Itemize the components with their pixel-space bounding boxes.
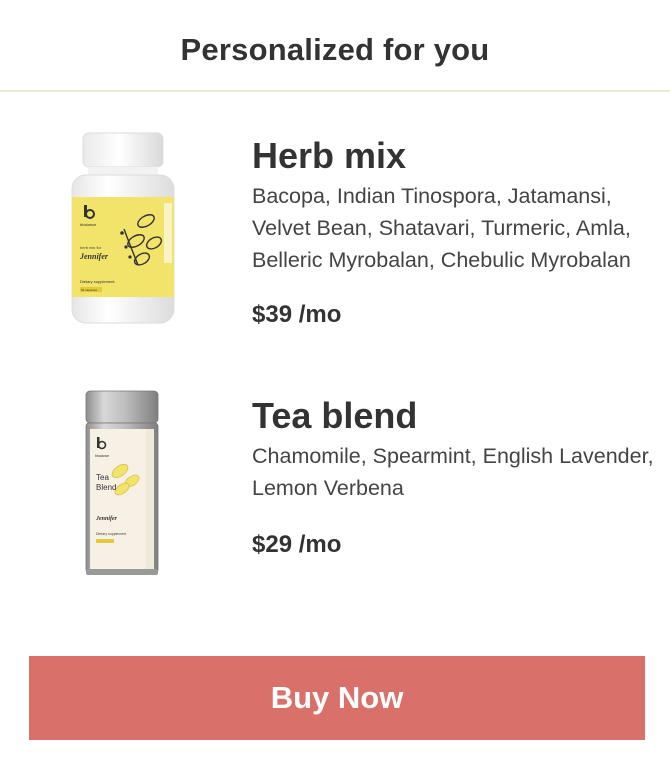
svg-text:bbalance: bbalance [95, 454, 109, 458]
product-price: $39 /mo [252, 301, 342, 328]
svg-text:Jennifer: Jennifer [95, 516, 118, 522]
product-name: Herb mix [252, 135, 407, 176]
product-ingredients: Bacopa, Indian Tinospora, Jatamansi, Vel… [252, 184, 631, 272]
header: Personalized for you [0, 0, 670, 92]
svg-text:Jennifer: Jennifer [79, 252, 109, 261]
tea-tin-icon: bbalance Tea Blend Jennifer Dietary supp… [85, 390, 159, 575]
svg-text:bbalance: bbalance [80, 222, 97, 227]
product-card-herb-mix: bbalance herb mix for Jennifer Dietary s… [0, 125, 670, 345]
svg-text:Dietary supplement: Dietary supplement [80, 279, 115, 284]
svg-text:Dietary supplement: Dietary supplement [96, 532, 126, 536]
page-title: Personalized for you [180, 32, 490, 67]
svg-text:Blend: Blend [96, 483, 116, 492]
svg-text:herb mix for: herb mix for [80, 245, 102, 250]
svg-text:Tea: Tea [96, 473, 109, 482]
buy-now-button[interactable]: Buy Now [29, 656, 645, 740]
product-card-tea-blend: bbalance Tea Blend Jennifer Dietary supp… [0, 385, 670, 595]
product-price: $29 /mo [252, 531, 342, 558]
svg-text:60 capsules: 60 capsules [81, 288, 98, 292]
product-name: Tea blend [252, 395, 418, 436]
supplement-bottle-icon: bbalance herb mix for Jennifer Dietary s… [71, 132, 175, 324]
product-ingredients: Chamomile, Spearmint, English Lavender, … [252, 444, 654, 500]
